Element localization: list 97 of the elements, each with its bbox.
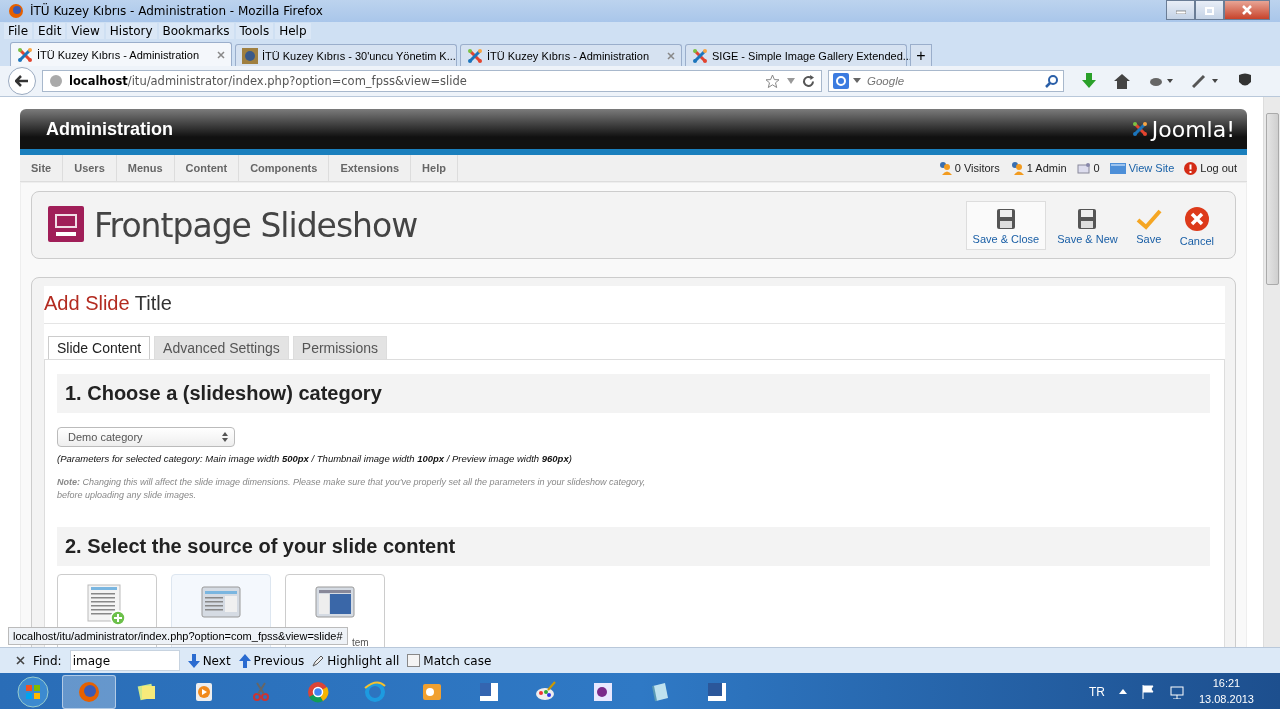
close-icon[interactable] [16, 656, 25, 665]
status-text: 0 Visitors [954, 162, 1000, 174]
menu-item[interactable]: Edit [34, 23, 66, 39]
search-box[interactable]: Google [828, 70, 1064, 92]
admin-menu-item[interactable]: Users [63, 155, 117, 181]
menu-item[interactable]: File [4, 23, 33, 39]
browser-tab[interactable]: İTÜ Kuzey Kıbrıs - Administration [10, 42, 232, 66]
checkmark-icon [1135, 207, 1162, 230]
link-tooltip: localhost/itu/administrator/index.php?option=com_fpss&view=slide# [8, 627, 348, 645]
parameters-text: (Parameters for selected category: Main image width 500px / Thumbnail image width 100px / Preview image width 960px) [57, 453, 573, 464]
form-tab[interactable]: Slide Content [48, 336, 151, 359]
select-arrows-icon [222, 432, 228, 442]
close-button[interactable] [1224, 0, 1270, 20]
browser-fox-icon [8, 3, 24, 19]
marker-icon [312, 654, 325, 667]
logo-text: Joomla! [1151, 116, 1235, 142]
toolbar-button[interactable]: Save & New [1050, 200, 1125, 250]
monitor-icon [1109, 162, 1126, 174]
menu-item[interactable]: View [67, 23, 104, 39]
network-icon[interactable] [1168, 684, 1185, 699]
admin-menu-item[interactable]: Extensions [329, 155, 412, 181]
joomla-flower-icon [467, 47, 483, 64]
back-button[interactable] [8, 67, 36, 95]
document-add-icon [86, 583, 128, 628]
admin-menu-item[interactable]: Components [239, 155, 330, 181]
section-heading: 1. Choose a (slideshow) category [57, 374, 1210, 413]
message-icon [1076, 162, 1091, 174]
window-title: İTÜ Kuzey Kıbrıs - Administration - Mozilla Firefox [30, 4, 323, 18]
highlight-all-button[interactable]: Highlight all [312, 653, 400, 668]
download-icon[interactable] [1082, 73, 1096, 89]
alert-icon [1184, 161, 1198, 175]
status-text[interactable]: View Site [1128, 162, 1175, 174]
menu-item[interactable]: Tools [235, 23, 274, 39]
taskbar-button[interactable] [62, 674, 116, 709]
down-arrow-icon [187, 653, 200, 668]
admin-menu-item[interactable]: Menus [116, 155, 175, 181]
find-field[interactable]: image [69, 650, 180, 671]
match-case-checkbox[interactable]: Match case [407, 653, 492, 668]
home-icon[interactable] [1114, 73, 1130, 89]
toolbar-button[interactable]: Save [1128, 200, 1169, 250]
status-text[interactable]: Log out [1200, 162, 1237, 174]
restore-icon [1204, 5, 1215, 15]
admin-menu-item[interactable]: Site [20, 155, 64, 181]
header-title: Administration [46, 118, 173, 140]
toolbar-button[interactable]: Cancel [1172, 198, 1221, 252]
browser-tab[interactable]: İTÜ Kuzey Kıbrıs - 30'uncu Yönetim K... [235, 44, 457, 66]
close-icon [1242, 5, 1252, 15]
address-bar[interactable]: localhost/itu/administrator/index.php?option=com_fpss&view=slide [42, 70, 822, 92]
form-tab[interactable]: Advanced Settings [154, 336, 289, 359]
previous-button[interactable]: Previous [238, 653, 305, 668]
scrollbar[interactable] [1263, 97, 1280, 647]
clock-time[interactable]: 16:21 [1212, 676, 1241, 692]
search-icon[interactable] [1045, 74, 1059, 88]
next-button[interactable]: Next [187, 653, 231, 668]
search-field[interactable]: Google [865, 74, 1041, 88]
back-arrow-icon [15, 75, 29, 87]
site-favicon-icon [242, 47, 258, 64]
cancel-icon [1183, 205, 1210, 232]
status-text: 0 [1093, 162, 1100, 174]
flag-icon[interactable] [1140, 684, 1155, 699]
round-browser-icon [306, 679, 330, 704]
toolbar-button[interactable]: Save & Close [965, 200, 1047, 250]
category-select[interactable]: Demo category [57, 427, 235, 447]
dropdown-icon[interactable] [853, 78, 861, 84]
star-icon[interactable] [765, 73, 780, 89]
joomla-flower-icon [17, 46, 33, 63]
menu-item[interactable]: Help [275, 23, 311, 39]
clock-date[interactable]: 13.08.2013 [1198, 691, 1254, 707]
section-heading: 2. Select the source of your slide content [57, 527, 1210, 567]
joomla-flower-icon [692, 47, 708, 64]
up-arrow-icon [238, 653, 251, 668]
dropdown-icon[interactable] [786, 77, 796, 85]
note-text: Note: Changing this will affect the slide image dimensions. Please make sure that you've properly set all the parameters in your slideshow category, before uploading any slide images. [57, 476, 647, 502]
find-label: Find: [33, 653, 62, 668]
reload-icon[interactable] [802, 74, 815, 88]
start-button[interactable] [14, 674, 52, 709]
globe-icon [49, 74, 63, 88]
page-title: Frontpage Slideshow [94, 205, 418, 245]
admin-menu-item[interactable]: Help [411, 155, 458, 181]
form-tab[interactable]: Permissions [292, 336, 388, 359]
e-browser-icon [363, 679, 387, 704]
restore-button[interactable] [1195, 0, 1224, 20]
browser-tab[interactable]: İTÜ Kuzey Kıbrıs - Administration [460, 44, 682, 66]
browser-fox-icon [77, 679, 101, 704]
joomla-flower-icon [1131, 121, 1148, 137]
users-icon [1009, 161, 1024, 175]
users-icon [937, 161, 952, 175]
minimize-button[interactable] [1166, 0, 1195, 20]
menu-item[interactable]: Bookmarks [158, 23, 234, 39]
form-title: Add Slide Title [44, 286, 1225, 324]
caret-icon[interactable] [1118, 689, 1127, 694]
menu-item[interactable]: History [105, 23, 157, 39]
status-text: 1 Admin [1026, 162, 1067, 174]
admin-menu-item[interactable]: Content [174, 155, 240, 181]
language-indicator[interactable]: TR [1088, 684, 1105, 699]
google-icon [833, 73, 849, 89]
new-tab-button[interactable]: + [910, 44, 932, 66]
